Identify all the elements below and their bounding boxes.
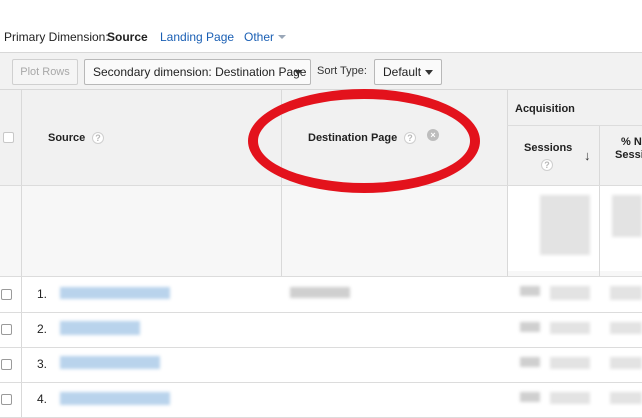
dimension-landing-page-link[interactable]: Landing Page xyxy=(160,30,234,44)
totals-sessions-value-redacted xyxy=(540,195,590,255)
sessions-percent-redacted xyxy=(550,286,590,300)
sessions-percent-redacted xyxy=(550,392,590,404)
row-divider xyxy=(0,347,642,348)
dimension-other-label: Other xyxy=(244,30,275,44)
primary-dimension-bar: Primary Dimension: Source Landing Page O… xyxy=(0,28,642,46)
chevron-down-icon xyxy=(425,70,433,75)
sort-descending-arrow-icon[interactable]: ↓ xyxy=(584,148,591,163)
sessions-percent-redacted xyxy=(550,322,590,334)
plot-rows-button[interactable]: Plot Rows xyxy=(12,59,78,85)
new-sessions-value-redacted xyxy=(610,322,642,334)
secondary-dimension-select[interactable]: Secondary dimension: Destination Page xyxy=(84,59,311,85)
sort-type-label: Sort Type: xyxy=(317,65,367,77)
group-header-divider xyxy=(507,125,642,126)
new-sessions-value-redacted xyxy=(610,357,642,369)
help-icon[interactable]: ? xyxy=(92,132,104,144)
select-all-checkbox[interactable] xyxy=(3,132,14,143)
new-sessions-value-redacted xyxy=(610,286,642,300)
row-checkbox[interactable] xyxy=(1,359,12,370)
totals-divider xyxy=(0,276,642,277)
source-link-redacted[interactable] xyxy=(60,392,170,405)
row-divider xyxy=(0,382,642,383)
secondary-dimension-value: Secondary dimension: Destination Page xyxy=(93,65,307,79)
primary-dimension-label: Primary Dimension: xyxy=(4,30,109,44)
row-divider xyxy=(0,312,642,313)
sessions-value-redacted xyxy=(520,322,540,332)
new-sessions-column-header-line2: Sessi xyxy=(615,149,642,161)
new-sessions-column-header[interactable]: % N xyxy=(621,136,642,148)
totals-new-sessions-value-redacted xyxy=(612,195,642,237)
source-column-header[interactable]: Source xyxy=(48,132,85,144)
new-sessions-value-redacted xyxy=(610,392,642,404)
chevron-down-icon xyxy=(278,34,287,39)
row-number: 1. xyxy=(37,287,48,301)
sessions-percent-redacted xyxy=(550,357,590,369)
acquisition-group-header: Acquisition xyxy=(515,103,575,115)
help-icon[interactable]: ? xyxy=(541,159,553,171)
sessions-value-redacted xyxy=(520,392,540,402)
dimension-other-dropdown[interactable]: Other xyxy=(244,30,287,44)
source-link-redacted[interactable] xyxy=(60,356,160,369)
row-checkbox[interactable] xyxy=(1,324,12,335)
sort-type-select[interactable]: Default xyxy=(374,59,442,85)
row-number: 4. xyxy=(37,392,48,406)
row-number: 3. xyxy=(37,357,48,371)
chevron-down-icon xyxy=(294,70,302,75)
sessions-column-header[interactable]: Sessions xyxy=(524,142,572,154)
column-divider xyxy=(599,125,600,276)
sessions-value-redacted xyxy=(520,357,540,367)
row-number: 2. xyxy=(37,322,48,336)
row-checkbox[interactable] xyxy=(1,394,12,405)
dimension-source-tab[interactable]: Source xyxy=(107,30,148,44)
source-link-redacted[interactable] xyxy=(60,287,170,299)
row-checkbox[interactable] xyxy=(1,289,12,300)
sort-type-value: Default xyxy=(383,65,422,79)
source-link-redacted[interactable] xyxy=(60,321,140,335)
column-divider xyxy=(21,90,22,418)
table-toolbar: Plot Rows Secondary dimension: Destinati… xyxy=(0,52,642,90)
column-divider xyxy=(507,90,508,276)
annotation-highlight-circle xyxy=(248,89,480,193)
destination-page-redacted xyxy=(290,287,350,298)
sessions-value-redacted xyxy=(520,286,540,296)
